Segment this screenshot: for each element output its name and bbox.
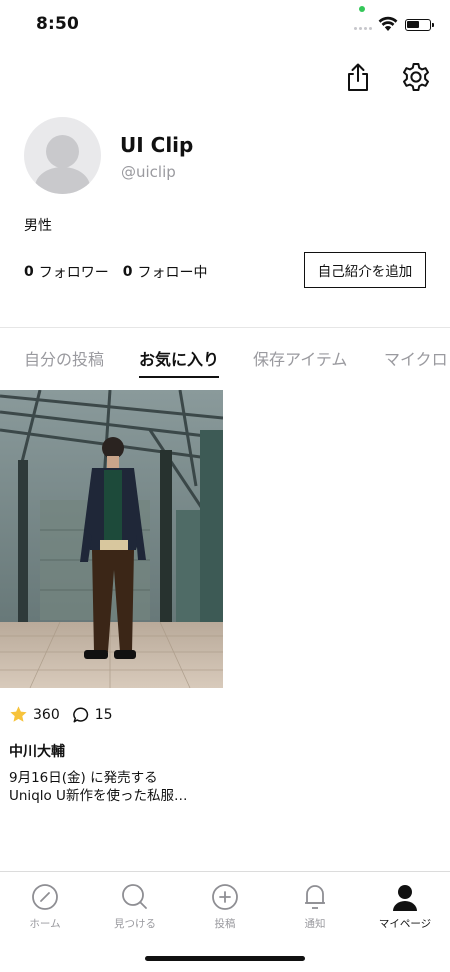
section-divider: [0, 327, 450, 328]
add-bio-button[interactable]: 自己紹介を追加: [304, 252, 426, 288]
profile-tabs: 自分の投稿 お気に入り 保存アイテム マイクロ: [0, 346, 450, 378]
plus-circle-icon: [212, 884, 238, 910]
nav-item-notifications[interactable]: 通知: [275, 881, 355, 931]
status-time: 8:50: [36, 14, 80, 34]
post-photo[interactable]: [0, 390, 223, 688]
post-photo-image: [0, 390, 223, 688]
post-caption[interactable]: 9月16日(金) に発売する Uniqlo U新作を使った私服…: [9, 769, 229, 805]
comment-stat[interactable]: 15: [72, 706, 113, 724]
tab-micro[interactable]: マイクロ: [384, 346, 448, 376]
nav-label-mypage: マイページ: [378, 918, 432, 930]
share-icon: [348, 63, 368, 91]
followers-link[interactable]: 0 フォロワー: [24, 262, 109, 282]
profile-page: 8:50 UI Clip @uiclip 男性 0 フォロワー 0 フォロー中 …: [0, 0, 450, 972]
wifi-icon: [378, 16, 398, 31]
nav-label-notifications: 通知: [304, 918, 326, 930]
gender-label: 男性: [24, 218, 52, 234]
nav-label-post: 投稿: [214, 918, 236, 930]
user-handle: @uiclip: [121, 163, 176, 181]
tab-favorites[interactable]: お気に入り: [139, 346, 220, 378]
post-caption-line1: 9月16日(金) に発売する: [9, 770, 158, 786]
cellular-signal-icon: [354, 27, 372, 30]
like-count: 360: [33, 706, 60, 723]
post-caption-line2: Uniqlo U新作を使った私服…: [9, 788, 188, 804]
star-icon: [10, 706, 27, 722]
battery-icon: [405, 19, 434, 31]
comment-icon: [72, 707, 88, 722]
share-button[interactable]: [341, 60, 375, 94]
following-label: フォロー中: [137, 265, 208, 281]
display-name: UI Clip: [120, 133, 194, 157]
nav-item-post[interactable]: 投稿: [185, 881, 265, 931]
followers-count: 0: [24, 264, 34, 280]
avatar[interactable]: [24, 117, 101, 194]
like-stat[interactable]: 360: [9, 705, 60, 724]
post-author[interactable]: 中川大輔: [9, 741, 65, 761]
settings-button[interactable]: [399, 60, 433, 94]
post-stats: 360 15: [9, 705, 113, 724]
person-icon: [393, 885, 417, 911]
search-icon: [122, 884, 147, 909]
following-count: 0: [122, 264, 133, 280]
nav-item-mypage[interactable]: マイページ: [365, 881, 445, 931]
tab-my-posts[interactable]: 自分の投稿: [24, 346, 104, 376]
status-bar: 8:50: [0, 0, 450, 48]
nav-item-home[interactable]: ホーム: [5, 881, 85, 931]
nav-label-discover: 見つける: [114, 918, 156, 930]
following-link[interactable]: 0 フォロー中: [123, 262, 208, 282]
camera-indicator-dot: [359, 6, 365, 12]
compass-icon: [32, 884, 58, 910]
comment-count: 15: [94, 706, 113, 723]
nav-label-home: ホーム: [29, 918, 61, 930]
bell-icon: [305, 885, 325, 909]
nav-item-discover[interactable]: 見つける: [95, 881, 175, 931]
tab-saved-items[interactable]: 保存アイテム: [253, 346, 347, 376]
followers-label: フォロワー: [38, 265, 109, 281]
home-indicator[interactable]: [145, 956, 305, 961]
gear-icon: [403, 63, 429, 91]
follow-stats: 0 フォロワー 0 フォロー中: [24, 262, 208, 282]
